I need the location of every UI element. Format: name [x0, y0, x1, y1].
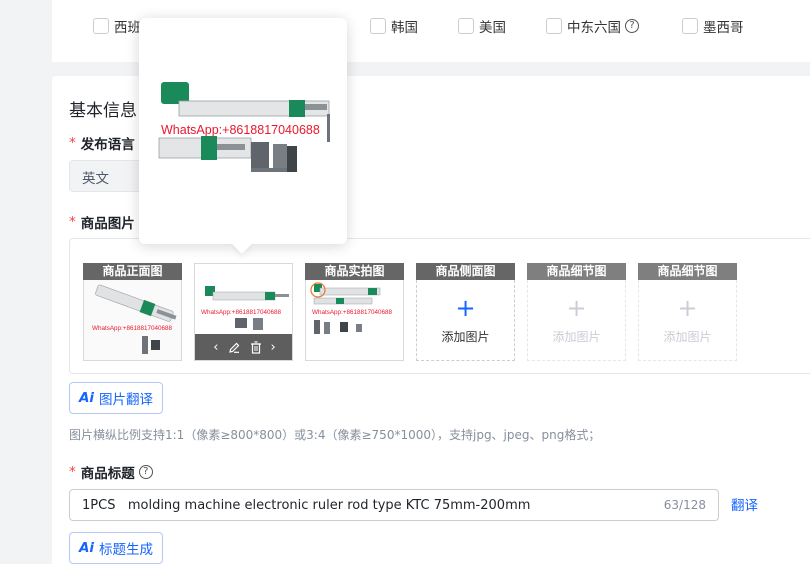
watermark-text: WhatsApp:+8618817040688 — [92, 325, 173, 332]
slot-label: 商品细节图 — [638, 263, 737, 280]
watermark-text: WhatsApp:+8618817040688 — [161, 123, 320, 137]
plus-icon: + — [677, 293, 698, 322]
image-slot-real[interactable]: 商品实拍图 WhatsApp:+8618817040688 — [305, 263, 404, 361]
image-slot-side[interactable]: 商品侧面图 + 添加图片 — [416, 263, 515, 361]
slot-label: 商品实拍图 — [305, 263, 404, 280]
image-slot-detail: 商品细节图 + 添加图片 — [527, 263, 626, 361]
product-title-label: * 商品标题? — [69, 462, 153, 482]
char-counter: 63/128 — [663, 498, 706, 512]
language-label: * 发布语言 — [69, 135, 135, 153]
product-image: WhatsApp:+8618817040688 — [195, 264, 292, 336]
checkbox[interactable] — [370, 18, 386, 34]
plus-icon: + — [566, 293, 587, 322]
product-title-input[interactable]: 1PCS molding machine electronic ruler ro… — [69, 489, 719, 521]
ai-icon: Ai — [78, 390, 95, 406]
add-image-button[interactable]: + 添加图片 — [416, 280, 515, 361]
chevron-right-icon[interactable]: › — [271, 340, 276, 355]
add-image-label: 添加图片 — [663, 329, 712, 344]
image-upload-panel: 商品正面图 WhatsApp:+8618817040688 WhatsApp:+… — [69, 238, 810, 374]
language-select[interactable]: 英文 — [69, 160, 145, 192]
country-checkbox-usa[interactable]: 美国 — [458, 16, 506, 36]
edit-icon[interactable] — [228, 341, 241, 354]
required-mark: * — [69, 464, 76, 480]
image-slot-hovered[interactable]: WhatsApp:+8618817040688 ‹ › — [194, 263, 293, 361]
product-image: WhatsApp:+8618817040688 — [84, 280, 181, 360]
checkbox[interactable] — [458, 18, 474, 34]
product-thumbnail[interactable]: WhatsApp:+8618817040688 — [305, 280, 404, 361]
image-slot-front[interactable]: 商品正面图 WhatsApp:+8618817040688 — [83, 263, 182, 361]
product-thumbnail[interactable]: WhatsApp:+8618817040688 — [83, 280, 182, 361]
product-thumbnail[interactable]: WhatsApp:+8618817040688 ‹ › — [194, 263, 293, 361]
add-image-button: + 添加图片 — [638, 280, 737, 361]
country-checkbox-mexico[interactable]: 墨西哥 — [682, 16, 744, 36]
checkbox[interactable] — [682, 18, 698, 34]
country-checkbox-middle-east[interactable]: 中东六国? — [546, 16, 639, 36]
checkbox[interactable] — [546, 18, 562, 34]
image-slot-detail-2: 商品细节图 + 添加图片 — [638, 263, 737, 361]
required-mark: * — [69, 214, 76, 230]
title-generate-button[interactable]: Ai 标题生成 — [69, 532, 163, 564]
section-title: 基本信息 — [69, 101, 137, 121]
image-translate-button[interactable]: Ai 图片翻译 — [69, 382, 163, 414]
required-mark: * — [69, 135, 76, 151]
slot-label: 商品侧面图 — [416, 263, 515, 280]
question-circle-icon[interactable]: ? — [138, 465, 153, 479]
watermark-text: WhatsApp:+8618817040688 — [312, 309, 393, 316]
image-preview-popover: WhatsApp:+8618817040688 — [139, 18, 347, 244]
slot-label: 商品细节图 — [527, 263, 626, 280]
plus-icon: + — [455, 293, 476, 322]
country-checkbox-korea[interactable]: 韩国 — [370, 16, 418, 36]
thumbnail-actions: ‹ › — [195, 334, 292, 360]
add-image-label: 添加图片 — [552, 329, 601, 344]
chevron-left-icon[interactable]: ‹ — [213, 340, 218, 355]
slot-label: 商品正面图 — [83, 263, 182, 280]
images-label: * 商品图片 — [69, 214, 135, 232]
product-image: WhatsApp:+8618817040688 — [306, 280, 403, 360]
add-image-button: + 添加图片 — [527, 280, 626, 361]
question-circle-icon[interactable]: ? — [625, 19, 639, 33]
product-title-value: 1PCS molding machine electronic ruler ro… — [82, 497, 531, 513]
delete-icon[interactable] — [250, 340, 262, 354]
watermark-text: WhatsApp:+8618817040688 — [201, 309, 282, 316]
translate-link[interactable]: 翻译 — [731, 494, 758, 514]
checkbox[interactable] — [93, 18, 109, 34]
ai-icon: Ai — [78, 540, 95, 556]
image-format-hint: 图片横纵比例支持1:1（像素≥800*800）或3:4（像素≥750*1000）… — [69, 428, 601, 442]
add-image-label: 添加图片 — [441, 329, 490, 344]
